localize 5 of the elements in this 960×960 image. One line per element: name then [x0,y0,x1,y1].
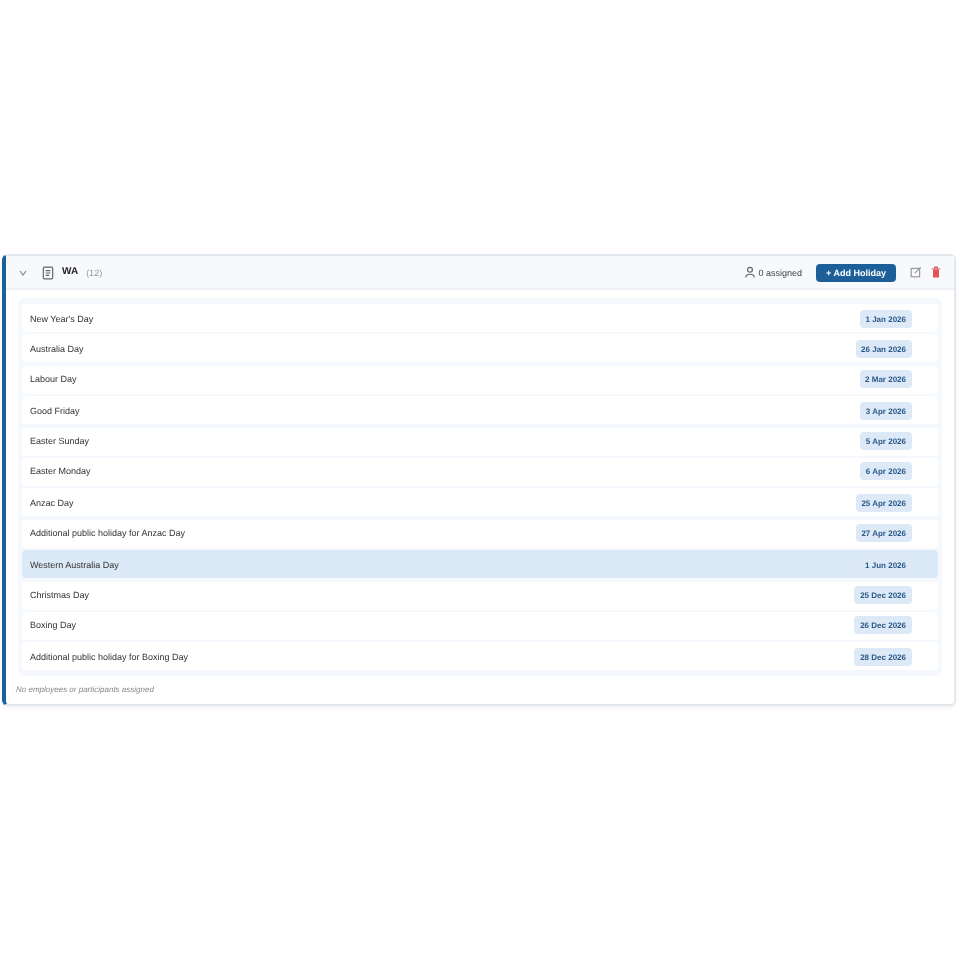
delete-icon[interactable] [930,266,942,278]
person-icon [744,266,757,278]
chevron-icon[interactable] [18,267,28,277]
edit-icon[interactable] [910,266,922,278]
document-icon [42,265,54,279]
